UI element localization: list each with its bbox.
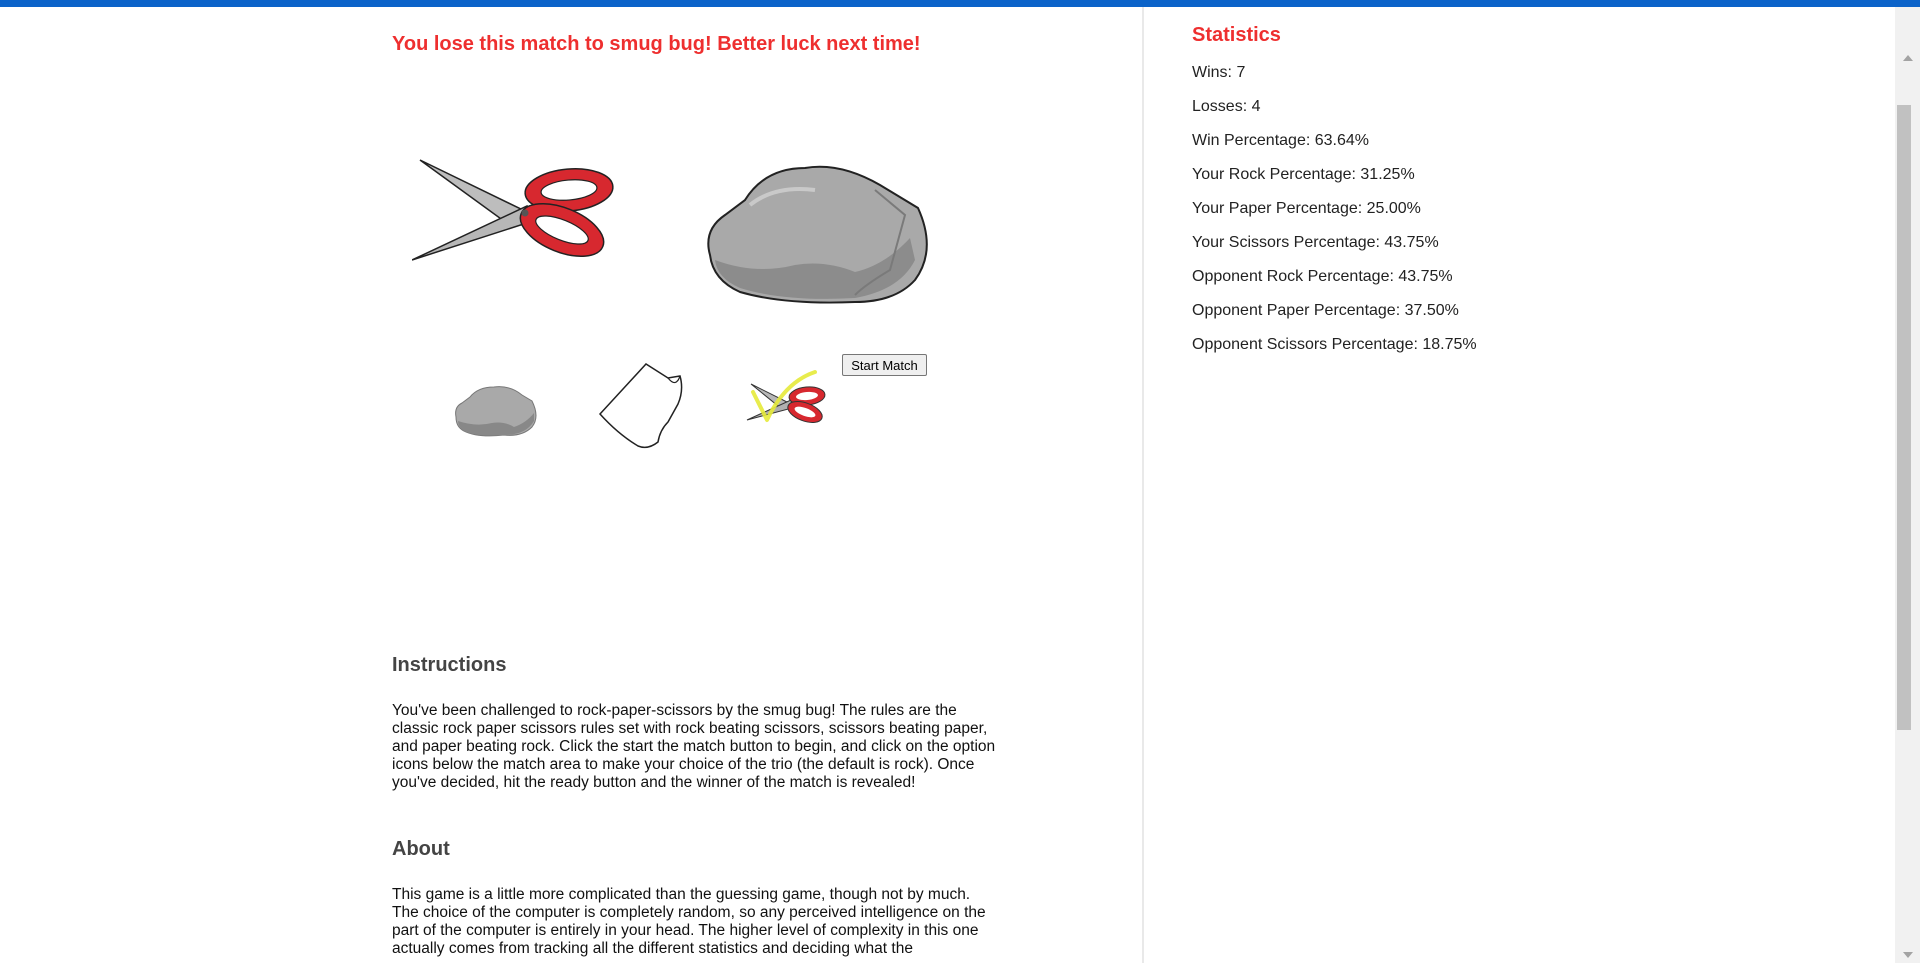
stat-opponent-scissors: Opponent Scissors Percentage: 18.75% <box>1192 336 1477 353</box>
stat-opponent-rock: Opponent Rock Percentage: 43.75% <box>1192 268 1453 285</box>
stat-opponent-paper: Opponent Paper Percentage: 37.50% <box>1192 302 1459 319</box>
stat-win-percentage: Win Percentage: 63.64% <box>1192 132 1369 149</box>
rock-icon <box>707 165 928 304</box>
column-divider <box>1142 7 1144 963</box>
option-rock-icon[interactable] <box>452 383 538 439</box>
stat-your-paper: Your Paper Percentage: 25.00% <box>1192 200 1421 217</box>
about-heading: About <box>392 838 450 860</box>
scroll-down-arrow-icon[interactable] <box>1903 952 1913 958</box>
stat-losses: Losses: 4 <box>1192 98 1261 115</box>
start-match-button[interactable]: Start Match <box>842 354 927 376</box>
stat-your-scissors: Your Scissors Percentage: 43.75% <box>1192 234 1439 251</box>
scissors-icon <box>412 159 614 261</box>
stat-wins: Wins: 7 <box>1192 64 1246 81</box>
instructions-heading: Instructions <box>392 654 507 676</box>
statistics-list: Wins: 7 Losses: 4 Win Percentage: 63.64%… <box>1192 64 1477 370</box>
scroll-up-arrow-icon[interactable] <box>1903 55 1913 61</box>
option-paper-icon[interactable] <box>598 360 693 452</box>
option-scissors-icon[interactable] <box>745 368 827 426</box>
stat-your-rock: Your Rock Percentage: 31.25% <box>1192 166 1415 183</box>
match-result-message: You lose this match to smug bug! Better … <box>392 33 921 55</box>
statistics-heading: Statistics <box>1192 24 1281 46</box>
instructions-text: You've been challenged to rock-paper-sci… <box>392 702 996 791</box>
top-bar <box>0 0 1920 7</box>
scrollbar-thumb[interactable] <box>1897 105 1911 730</box>
about-text: This game is a little more complicated t… <box>392 886 986 957</box>
